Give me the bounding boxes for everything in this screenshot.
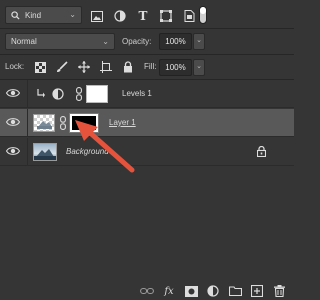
layer-row-layer-1[interactable]: Layer 1 <box>0 109 294 137</box>
smart-object-filter-icon[interactable] <box>182 9 196 23</box>
chevron-down-icon: ⌄ <box>69 10 76 19</box>
visibility-eye-icon[interactable] <box>6 88 20 98</box>
chain-link-icon[interactable] <box>60 116 66 130</box>
layer-thumbnail[interactable] <box>33 114 55 132</box>
opacity-dropdown-button[interactable]: ⌄ <box>193 33 205 50</box>
blend-mode-select[interactable]: Normal ⌄ <box>5 33 115 50</box>
layer-mask-thumbnail[interactable] <box>86 85 108 103</box>
fill-input[interactable]: 100% <box>159 59 192 76</box>
clipping-arrow-icon <box>37 89 45 98</box>
layer-thumbnail[interactable] <box>33 143 57 161</box>
adjustment-layer-icon[interactable] <box>206 284 220 298</box>
levels-adjustment-icon <box>52 88 64 100</box>
add-mask-icon[interactable] <box>184 284 198 298</box>
lock-position-icon[interactable] <box>77 60 91 74</box>
pixel-filter-icon[interactable] <box>90 9 104 23</box>
trash-icon[interactable] <box>272 284 286 298</box>
layer-row-background[interactable]: Background <box>0 138 294 166</box>
fx-icon[interactable]: fx <box>162 284 176 298</box>
opacity-label: Opacity: <box>122 37 152 46</box>
group-folder-icon[interactable] <box>228 284 242 298</box>
divider <box>27 109 28 137</box>
divider <box>27 138 28 166</box>
divider <box>0 28 294 29</box>
visibility-eye-icon[interactable] <box>6 117 20 127</box>
fill-dropdown-button[interactable]: ⌄ <box>193 59 205 76</box>
kind-filter-select[interactable]: Kind ⌄ <box>5 6 82 24</box>
opacity-input[interactable]: 100% <box>159 33 192 50</box>
divider <box>27 80 28 108</box>
annotation-arrow <box>75 120 135 173</box>
chain-link-icon[interactable] <box>76 87 82 101</box>
lock-transparent-pixels-icon[interactable] <box>33 60 47 74</box>
layer-row-levels-1[interactable]: Levels 1 <box>0 80 294 108</box>
new-layer-icon[interactable] <box>250 284 264 298</box>
divider <box>0 54 294 55</box>
blend-mode-value: Normal <box>11 37 37 46</box>
fill-label: Fill: <box>144 62 157 71</box>
filter-toggle-switch[interactable] <box>199 6 207 24</box>
adjustment-filter-icon[interactable] <box>113 9 127 23</box>
kind-filter-label: Kind <box>25 10 42 20</box>
link-icon[interactable] <box>140 284 154 298</box>
artboard-autonest-icon[interactable] <box>99 60 113 74</box>
chevron-down-icon: ⌄ <box>102 37 109 46</box>
layer-name[interactable]: Levels 1 <box>122 89 152 98</box>
lock-label: Lock: <box>5 62 25 71</box>
layers-bottom-toolbar: fx <box>0 282 294 300</box>
layer-filter-bar: Kind ⌄ T <box>0 3 294 27</box>
type-filter-icon[interactable]: T <box>136 9 150 23</box>
lock-row: Lock: Fill: 100% ⌄ <box>0 57 294 79</box>
blend-mode-row: Normal ⌄ Opacity: 100% ⌄ <box>0 31 294 53</box>
lock-icon <box>257 146 266 157</box>
visibility-eye-icon[interactable] <box>6 146 20 156</box>
lock-image-pixels-icon[interactable] <box>55 60 69 74</box>
lock-all-icon[interactable] <box>121 60 135 74</box>
shape-filter-icon[interactable] <box>159 9 173 23</box>
search-icon <box>11 10 20 20</box>
